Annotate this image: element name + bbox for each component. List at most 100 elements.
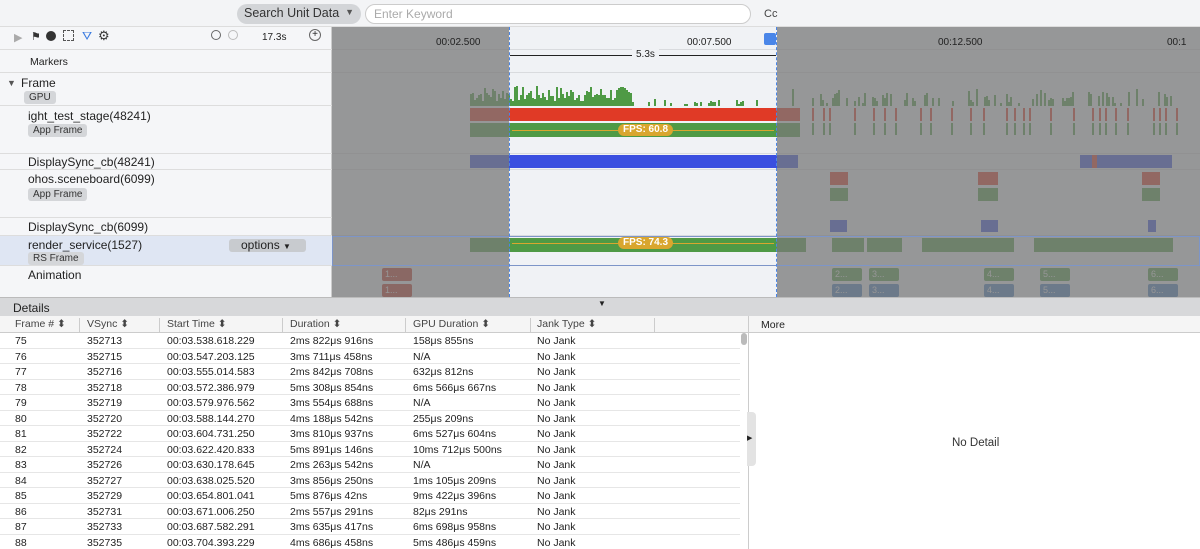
gear-icon[interactable]: ⚙	[98, 28, 110, 44]
column-gpu-duration[interactable]: GPU Duration ⬍	[413, 318, 531, 333]
gpu-bar	[714, 101, 716, 106]
zoom-in-icon[interactable]: +	[309, 29, 321, 41]
table-cell: 352716	[87, 366, 123, 378]
search-unit-label: Search Unit Data	[244, 6, 340, 20]
table-cell: No Jank	[537, 335, 576, 347]
match-case-toggle[interactable]: Cc	[764, 8, 777, 20]
table-cell: 4ms 188μs 542ns	[290, 412, 374, 425]
table-row[interactable]: 77 352716 00:03.555.014.583 2ms 842μs 708ns…	[0, 364, 740, 380]
gpu-bar	[648, 102, 650, 106]
table-cell: 00:03.572.386.979	[167, 381, 255, 394]
table-row[interactable]: 76 352715 00:03.547.203.125 3ms 711μs 458ns…	[0, 349, 740, 364]
table-cell: 2ms 842μs 708ns	[290, 366, 374, 378]
time-tick: 00:12.500	[938, 37, 983, 48]
search-unit-dropdown[interactable]: Search Unit Data ▼	[237, 4, 361, 24]
table-cell: 352722	[87, 428, 123, 440]
table-row[interactable]: 88 352735 00:03.704.393.229 4ms 686μs 458ns…	[0, 535, 740, 549]
column-vsync[interactable]: VSync ⬍	[87, 318, 160, 333]
table-cell: 00:03.604.731.250	[167, 428, 255, 440]
table-cell: 00:03.671.006.250	[167, 505, 255, 518]
table-cell: 352727	[87, 474, 123, 487]
table-cell: 85	[15, 490, 27, 502]
track-animation[interactable]: Animation	[0, 266, 332, 297]
table-cell: 158μs 855ns	[413, 335, 474, 347]
table-cell: 3ms 711μs 458ns	[290, 350, 373, 363]
table-cell: N/A	[413, 350, 431, 363]
gpu-bar	[756, 99, 758, 106]
record-icon[interactable]	[46, 31, 56, 41]
column-jank-type[interactable]: Jank Type ⬍	[537, 318, 655, 333]
table-row[interactable]: 85 352729 00:03.654.801.041 5ms 876μs 42ns 9…	[0, 488, 740, 504]
expand-panel-handle[interactable]: ▶	[747, 412, 756, 466]
table-cell: 77	[15, 366, 27, 378]
table-row[interactable]: 78 352718 00:03.572.386.979 5ms 308μs 854ns…	[0, 380, 740, 395]
collapse-icon[interactable]: ▼	[7, 78, 16, 88]
table-row[interactable]: 82 352724 00:03.622.420.833 5ms 891μs 146ns…	[0, 442, 740, 457]
duration-readout: 17.3s	[262, 32, 287, 43]
track-displaysync-scene[interactable]: DisplaySync_cb(6099)	[0, 218, 332, 236]
column-duration[interactable]: Duration ⬍	[290, 318, 406, 333]
column-start-time[interactable]: Start Time ⬍	[167, 318, 283, 333]
table-row[interactable]: 81 352722 00:03.604.731.250 3ms 810μs 937ns…	[0, 426, 740, 442]
table-header: Frame # ⬍ VSync ⬍ Start Time ⬍ Duration …	[0, 316, 748, 333]
top-toolbar: Search Unit Data ▼ Enter Keyword Cc	[0, 0, 1200, 27]
table-cell: 3ms 810μs 937ns	[290, 428, 374, 440]
table-cell: 00:03.704.393.229	[167, 536, 255, 549]
table-row[interactable]: 75 352713 00:03.538.618.229 2ms 822μs 916ns…	[0, 333, 740, 349]
table-scrollbar[interactable]	[741, 333, 747, 345]
table-row[interactable]: 80 352720 00:03.588.144.270 4ms 188μs 542ns…	[0, 411, 740, 426]
table-cell: 78	[15, 381, 27, 394]
table-cell: 88	[15, 536, 27, 549]
track-sceneboard[interactable]: ohos.sceneboard(6099) App Frame	[0, 170, 332, 218]
table-cell: No Jank	[537, 536, 576, 549]
track-app[interactable]: ight_test_stage(48241) App Frame	[0, 106, 332, 154]
table-cell: No Jank	[537, 381, 576, 394]
table-row[interactable]: 83 352726 00:03.630.178.645 2ms 263μs 542ns…	[0, 457, 740, 473]
column-frame[interactable]: Frame # ⬍	[15, 318, 80, 333]
details-header: Details ▼	[0, 297, 1200, 316]
timeline-canvas[interactable]: 00:02.500 00:07.500 00:12.500 00:1 5.3s …	[332, 27, 1200, 297]
table-cell: 00:03.588.144.270	[167, 412, 255, 425]
table-cell: 352735	[87, 536, 123, 549]
table-cell: 6ms 566μs 667ns	[413, 381, 497, 394]
track-render-service[interactable]: render_service(1527) RS Frame options ▼	[0, 236, 332, 266]
flag-icon[interactable]: ⚑	[31, 30, 41, 43]
import-icon[interactable]	[63, 30, 74, 41]
collapse-arrow-icon[interactable]: ▼	[598, 299, 606, 308]
play-icon[interactable]: ▶	[14, 31, 22, 44]
table-row[interactable]: 87 352733 00:03.687.582.291 3ms 635μs 417ns…	[0, 519, 740, 535]
options-dropdown[interactable]: options ▼	[229, 239, 306, 252]
track-label: Animation	[28, 268, 82, 282]
filter-icon[interactable]: ⛛	[82, 29, 92, 44]
table-row[interactable]: 79 352719 00:03.579.976.562 3ms 554μs 688ns…	[0, 395, 740, 411]
table-cell: 87	[15, 521, 27, 533]
table-cell: 81	[15, 428, 27, 440]
selection-end-line[interactable]	[776, 27, 777, 297]
table-cell: 00:03.638.025.520	[167, 474, 255, 487]
table-cell: 84	[15, 474, 27, 487]
track-tag: App Frame	[28, 188, 88, 201]
control-bar: ▶ ⚑ ⛛ ⚙ 17.3s +	[0, 27, 332, 50]
table-row[interactable]: 84 352727 00:03.638.025.520 3ms 856μs 250ns…	[0, 473, 740, 488]
reset-zoom-icon[interactable]	[211, 30, 221, 40]
more-panel: No Detail	[748, 333, 1200, 549]
gpu-bar	[696, 102, 698, 106]
keyword-input[interactable]: Enter Keyword	[365, 4, 751, 24]
track-frame[interactable]: ▼ Frame GPU	[0, 73, 332, 106]
table-cell: 00:03.687.582.291	[167, 521, 255, 533]
table-row[interactable]: 86 352731 00:03.671.006.250 2ms 557μs 291ns…	[0, 504, 740, 519]
gpu-bar	[670, 103, 672, 106]
table-cell: 00:03.547.203.125	[167, 350, 255, 363]
chevron-down-icon: ▼	[345, 7, 354, 17]
table-cell: 82μs 291ns	[413, 505, 468, 518]
gpu-bar	[686, 103, 688, 106]
zoom-out-icon[interactable]	[228, 30, 238, 40]
track-tag: App Frame	[28, 124, 88, 137]
table-cell: 352715	[87, 350, 123, 363]
table-cell: 00:03.538.618.229	[167, 335, 255, 347]
table-cell: 82	[15, 443, 27, 456]
marker-flag-icon[interactable]	[764, 33, 776, 45]
table-cell: 3ms 635μs 417ns	[290, 521, 374, 533]
track-displaysync-app[interactable]: DisplaySync_cb(48241)	[0, 154, 332, 170]
selection-start-line[interactable]	[509, 27, 510, 297]
